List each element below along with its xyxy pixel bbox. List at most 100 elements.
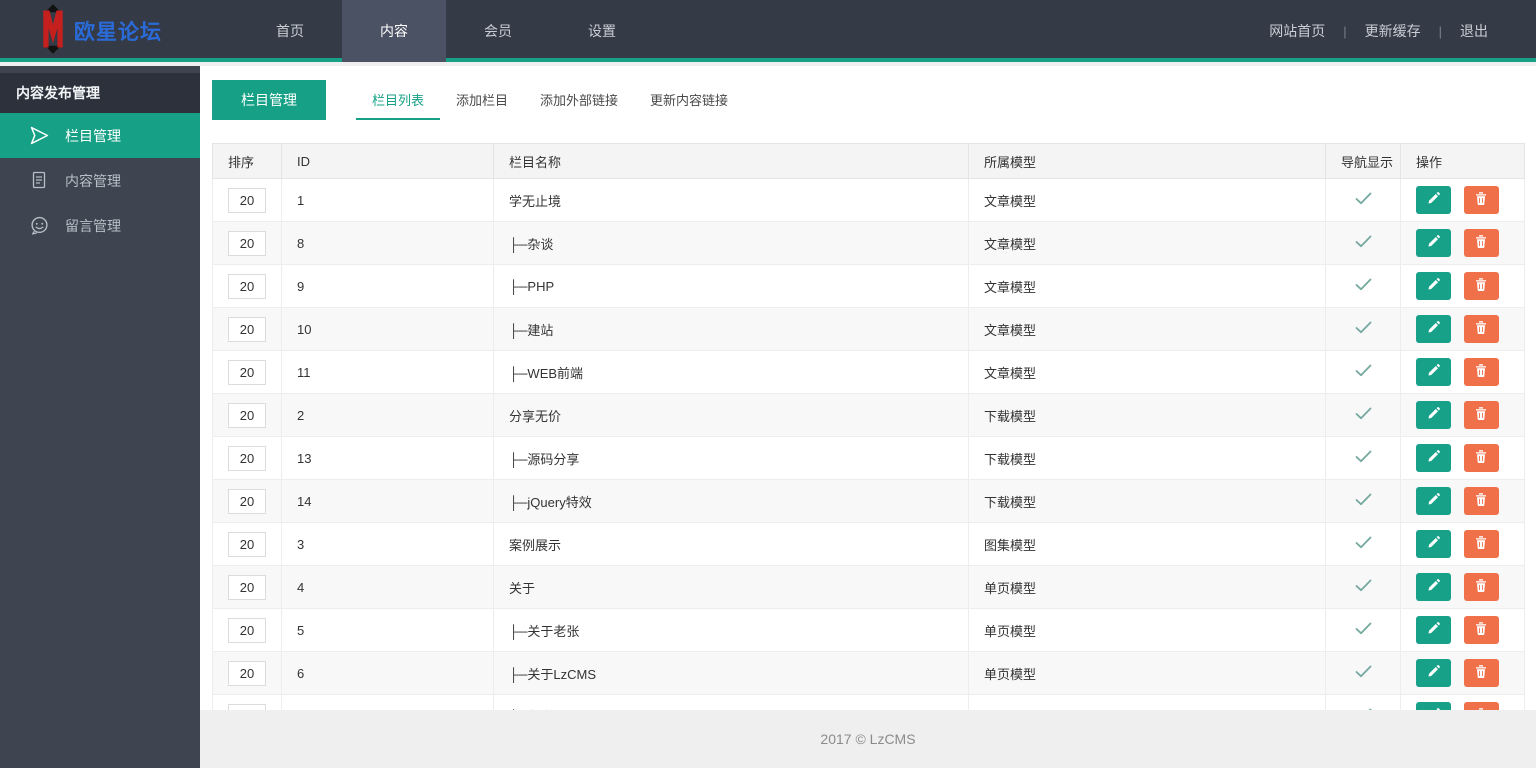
nav-visible-check-icon — [1355, 622, 1372, 638]
column-table-container: 排序 ID 栏目名称 所属模型 导航显示 操作 1 学无止境 文章模型 — [212, 143, 1525, 738]
header-actions: 操作 — [1400, 143, 1525, 179]
footer: 2017 © LzCMS — [200, 710, 1536, 768]
tab-update-content-links[interactable]: 更新内容链接 — [634, 80, 744, 120]
edit-button[interactable] — [1416, 616, 1451, 645]
row-model: 文章模型 — [968, 221, 1326, 265]
delete-button[interactable] — [1463, 314, 1499, 343]
separator: | — [1343, 23, 1347, 39]
sort-input[interactable] — [228, 230, 266, 256]
sort-input[interactable] — [228, 402, 266, 428]
edit-button[interactable] — [1416, 573, 1451, 602]
sidebar: 内容发布管理 栏目管理 内容管理 留言管理 — [0, 66, 200, 768]
edit-button[interactable] — [1416, 444, 1451, 473]
nav-item-home[interactable]: 首页 — [238, 0, 342, 62]
sidebar-item-message-management[interactable]: 留言管理 — [0, 203, 200, 248]
logout-link[interactable]: 退出 — [1460, 21, 1488, 41]
site-home-link[interactable]: 网站首页 — [1269, 21, 1325, 41]
sort-input[interactable] — [228, 574, 266, 600]
nav-visible-check-icon — [1355, 364, 1372, 380]
delete-button[interactable] — [1463, 228, 1499, 257]
delete-button[interactable] — [1463, 615, 1499, 644]
trash-icon — [1475, 578, 1487, 595]
row-id: 2 — [281, 393, 494, 437]
row-model: 文章模型 — [968, 307, 1326, 351]
tab-add-column[interactable]: 添加栏目 — [440, 80, 524, 120]
sort-input[interactable] — [228, 273, 266, 299]
edit-button[interactable] — [1416, 659, 1451, 688]
row-model: 文章模型 — [968, 350, 1326, 394]
sort-input[interactable] — [228, 445, 266, 471]
table-row: 11 ├─WEB前端 文章模型 — [212, 350, 1525, 394]
sort-input[interactable] — [228, 531, 266, 557]
nav-utility-links: 网站首页 | 更新缓存 | 退出 — [1269, 0, 1488, 62]
pencil-icon — [1427, 192, 1440, 208]
nav-visible-check-icon — [1355, 192, 1372, 208]
row-id: 8 — [281, 221, 494, 265]
sidebar-section-title: 内容发布管理 — [0, 73, 200, 113]
edit-button[interactable] — [1416, 358, 1451, 387]
tab-add-external-link[interactable]: 添加外部链接 — [524, 80, 634, 120]
delete-button[interactable] — [1463, 572, 1499, 601]
nav-item-content[interactable]: 内容 — [342, 0, 446, 62]
edit-button[interactable] — [1416, 401, 1451, 430]
delete-button[interactable] — [1463, 271, 1499, 300]
row-model: 下载模型 — [968, 436, 1326, 480]
row-model: 文章模型 — [968, 264, 1326, 308]
delete-button[interactable] — [1463, 529, 1499, 558]
row-column-name: ├─关于LzCMS — [493, 651, 969, 695]
trash-icon — [1475, 621, 1487, 638]
site-logo[interactable]: 欧星论坛 — [0, 0, 200, 62]
trash-icon — [1475, 363, 1487, 380]
edit-button[interactable] — [1416, 186, 1451, 215]
document-icon — [30, 171, 49, 190]
row-column-name: ├─WEB前端 — [493, 350, 969, 394]
row-model: 文章模型 — [968, 178, 1326, 222]
sidebar-item-label: 内容管理 — [65, 172, 121, 189]
nav-visible-check-icon — [1355, 579, 1372, 595]
row-model: 单页模型 — [968, 608, 1326, 652]
pencil-icon — [1427, 622, 1440, 638]
sort-input[interactable] — [228, 316, 266, 342]
delete-button[interactable] — [1463, 357, 1499, 386]
edit-button[interactable] — [1416, 530, 1451, 559]
delete-button[interactable] — [1463, 658, 1499, 687]
sort-input[interactable] — [228, 488, 266, 514]
sort-input[interactable] — [228, 660, 266, 686]
refresh-cache-link[interactable]: 更新缓存 — [1365, 21, 1421, 41]
trash-icon — [1475, 320, 1487, 337]
edit-button[interactable] — [1416, 487, 1451, 516]
trash-icon — [1475, 664, 1487, 681]
tab-column-list[interactable]: 栏目列表 — [356, 80, 441, 120]
table-row: 5 ├─关于老张 单页模型 — [212, 608, 1525, 652]
delete-button[interactable] — [1463, 400, 1499, 429]
delete-button[interactable] — [1463, 486, 1499, 515]
edit-button[interactable] — [1416, 272, 1451, 301]
sort-input[interactable] — [228, 187, 266, 213]
separator: | — [1438, 23, 1442, 39]
pencil-icon — [1427, 235, 1440, 251]
sort-input[interactable] — [228, 617, 266, 643]
delete-button[interactable] — [1463, 185, 1499, 214]
sort-input[interactable] — [228, 359, 266, 385]
sidebar-item-column-management[interactable]: 栏目管理 — [0, 113, 200, 158]
table-row: 9 ├─PHP 文章模型 — [212, 264, 1525, 308]
nav-item-settings[interactable]: 设置 — [550, 0, 654, 62]
sidebar-item-label: 留言管理 — [65, 217, 121, 234]
edit-button[interactable] — [1416, 315, 1451, 344]
edit-button[interactable] — [1416, 229, 1451, 258]
pencil-icon — [1427, 278, 1440, 294]
row-id: 3 — [281, 522, 494, 566]
nav-item-members[interactable]: 会员 — [446, 0, 550, 62]
nav-visible-check-icon — [1355, 278, 1372, 294]
table-body: 1 学无止境 文章模型 — [212, 178, 1525, 738]
column-table: 排序 ID 栏目名称 所属模型 导航显示 操作 1 学无止境 文章模型 — [212, 143, 1525, 738]
table-row: 13 ├─源码分享 下载模型 — [212, 436, 1525, 480]
row-column-name: 关于 — [493, 565, 969, 609]
trash-icon — [1475, 234, 1487, 251]
trash-icon — [1475, 191, 1487, 208]
table-row: 3 案例展示 图集模型 — [212, 522, 1525, 566]
delete-button[interactable] — [1463, 443, 1499, 472]
sidebar-item-content-management[interactable]: 内容管理 — [0, 158, 200, 203]
module-button-column-management[interactable]: 栏目管理 — [212, 80, 326, 120]
row-column-name: ├─杂谈 — [493, 221, 969, 265]
